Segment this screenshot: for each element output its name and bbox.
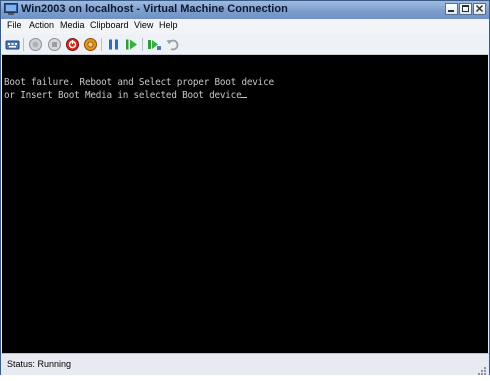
turn-off-icon[interactable] <box>47 37 62 52</box>
ctrl-alt-del-icon[interactable] <box>5 37 20 52</box>
status-bar: Status: Running <box>1 353 489 375</box>
menu-view[interactable]: View <box>134 20 153 30</box>
vm-connection-icon <box>4 3 18 16</box>
console-line: Boot failure. Reboot and Select proper B… <box>4 77 274 88</box>
window-title: Win2003 on localhost - Virtual Machine C… <box>21 3 288 15</box>
toolbar <box>1 34 489 55</box>
close-button[interactable] <box>473 3 486 15</box>
text-cursor <box>241 97 248 98</box>
shutdown-icon[interactable] <box>65 37 80 52</box>
save-state-icon[interactable] <box>83 37 98 52</box>
menu-bar: File Action Media Clipboard View Help <box>1 19 489 34</box>
toolbar-separator <box>23 38 24 51</box>
maximize-button[interactable] <box>459 3 472 15</box>
resume-icon[interactable] <box>124 37 139 52</box>
toolbar-separator <box>142 38 143 51</box>
start-icon[interactable] <box>28 37 43 52</box>
revert-icon[interactable] <box>165 37 180 52</box>
minimize-button[interactable] <box>445 3 458 15</box>
menu-help[interactable]: Help <box>159 20 178 30</box>
status-text: Status: Running <box>7 359 72 369</box>
toolbar-separator <box>101 38 102 51</box>
title-bar[interactable]: Win2003 on localhost - Virtual Machine C… <box>1 1 489 19</box>
menu-file[interactable]: File <box>7 20 22 30</box>
resize-grip-icon[interactable] <box>477 363 487 375</box>
vm-console-screen[interactable]: Boot failure. Reboot and Select proper B… <box>2 55 488 353</box>
menu-clipboard[interactable]: Clipboard <box>90 20 129 30</box>
snapshot-icon[interactable] <box>147 37 162 52</box>
menu-media[interactable]: Media <box>60 20 85 30</box>
pause-icon[interactable] <box>106 37 121 52</box>
vm-connection-window: Win2003 on localhost - Virtual Machine C… <box>0 0 490 375</box>
console-line: or Insert Boot Media in selected Boot de… <box>4 90 248 101</box>
menu-action[interactable]: Action <box>29 20 54 30</box>
